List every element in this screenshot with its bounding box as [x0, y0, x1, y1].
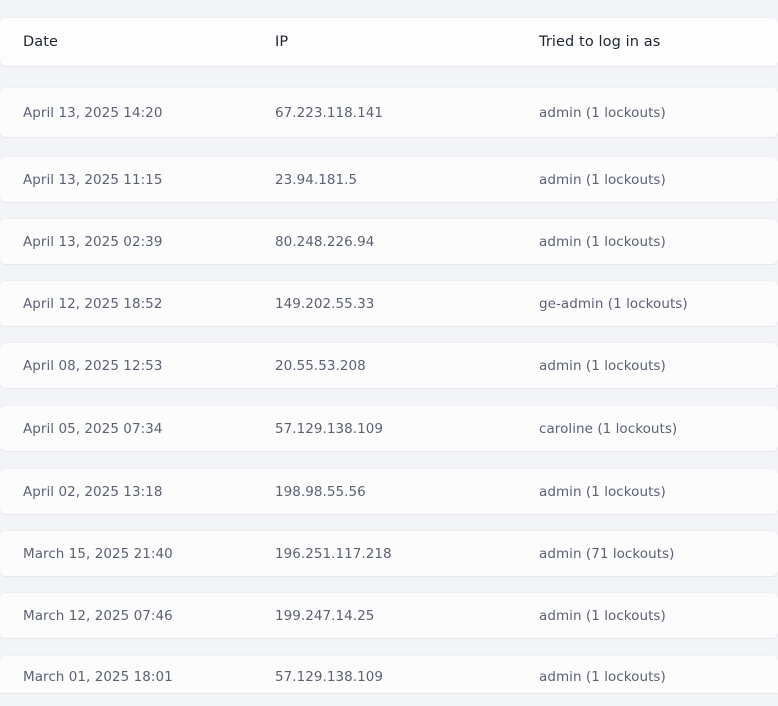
cell-user: admin (1 lockouts) — [539, 104, 666, 121]
cell-ip: 57.129.138.109 — [275, 420, 384, 437]
cell-user: admin (1 lockouts) — [539, 233, 666, 250]
cell-user: admin (1 lockouts) — [539, 669, 666, 685]
cell-ip: 23.94.181.5 — [275, 171, 358, 188]
cell-ip: 57.129.138.109 — [275, 669, 384, 685]
table-row: April 13, 2025 02:39 80.248.226.94 admin… — [0, 219, 778, 264]
cell-user: admin (71 lockouts) — [539, 545, 675, 562]
cell-user: admin (1 lockouts) — [539, 171, 666, 188]
table-row: April 02, 2025 13:18 198.98.55.56 admin … — [0, 469, 778, 514]
cell-date: March 01, 2025 18:01 — [23, 669, 173, 685]
cell-date: April 05, 2025 07:34 — [23, 420, 163, 437]
cell-ip: 149.202.55.33 — [275, 295, 375, 312]
table-row: April 13, 2025 11:15 23.94.181.5 admin (… — [0, 157, 778, 202]
cell-ip: 199.247.14.25 — [275, 607, 375, 624]
table-row: April 05, 2025 07:34 57.129.138.109 caro… — [0, 406, 778, 451]
cell-date: March 12, 2025 07:46 — [23, 607, 173, 624]
column-header-tried-to-log-in-as[interactable]: Tried to log in as — [539, 18, 660, 66]
cell-ip: 20.55.53.208 — [275, 357, 366, 374]
cell-date: April 13, 2025 11:15 — [23, 171, 163, 188]
table-row: April 13, 2025 14:20 67.223.118.141 admi… — [0, 88, 778, 137]
cell-user: admin (1 lockouts) — [539, 483, 666, 500]
table-row: April 08, 2025 12:53 20.55.53.208 admin … — [0, 343, 778, 388]
cell-ip: 80.248.226.94 — [275, 233, 375, 250]
cell-date: April 02, 2025 13:18 — [23, 483, 163, 500]
table-row: March 15, 2025 21:40 196.251.117.218 adm… — [0, 531, 778, 576]
cell-date: March 15, 2025 21:40 — [23, 545, 173, 562]
cell-ip: 196.251.117.218 — [275, 545, 392, 562]
cell-ip: 198.98.55.56 — [275, 483, 366, 500]
cell-ip: 67.223.118.141 — [275, 104, 384, 121]
cell-user: admin (1 lockouts) — [539, 607, 666, 624]
cell-date: April 08, 2025 12:53 — [23, 357, 163, 374]
lockouts-table: Date IP Tried to log in as April 13, 202… — [0, 0, 778, 693]
column-header-ip[interactable]: IP — [275, 18, 288, 66]
table-row: March 12, 2025 07:46 199.247.14.25 admin… — [0, 593, 778, 638]
cell-user: ge-admin (1 lockouts) — [539, 295, 688, 312]
cell-user: admin (1 lockouts) — [539, 357, 666, 374]
column-header-date[interactable]: Date — [23, 18, 58, 66]
table-row: April 12, 2025 18:52 149.202.55.33 ge-ad… — [0, 281, 778, 326]
table-row: March 01, 2025 18:01 57.129.138.109 admi… — [0, 656, 778, 693]
cell-date: April 12, 2025 18:52 — [23, 295, 163, 312]
cell-user: caroline (1 lockouts) — [539, 420, 678, 437]
cell-date: April 13, 2025 14:20 — [23, 104, 163, 121]
cell-date: April 13, 2025 02:39 — [23, 233, 163, 250]
table-header-row: Date IP Tried to log in as — [0, 18, 778, 66]
